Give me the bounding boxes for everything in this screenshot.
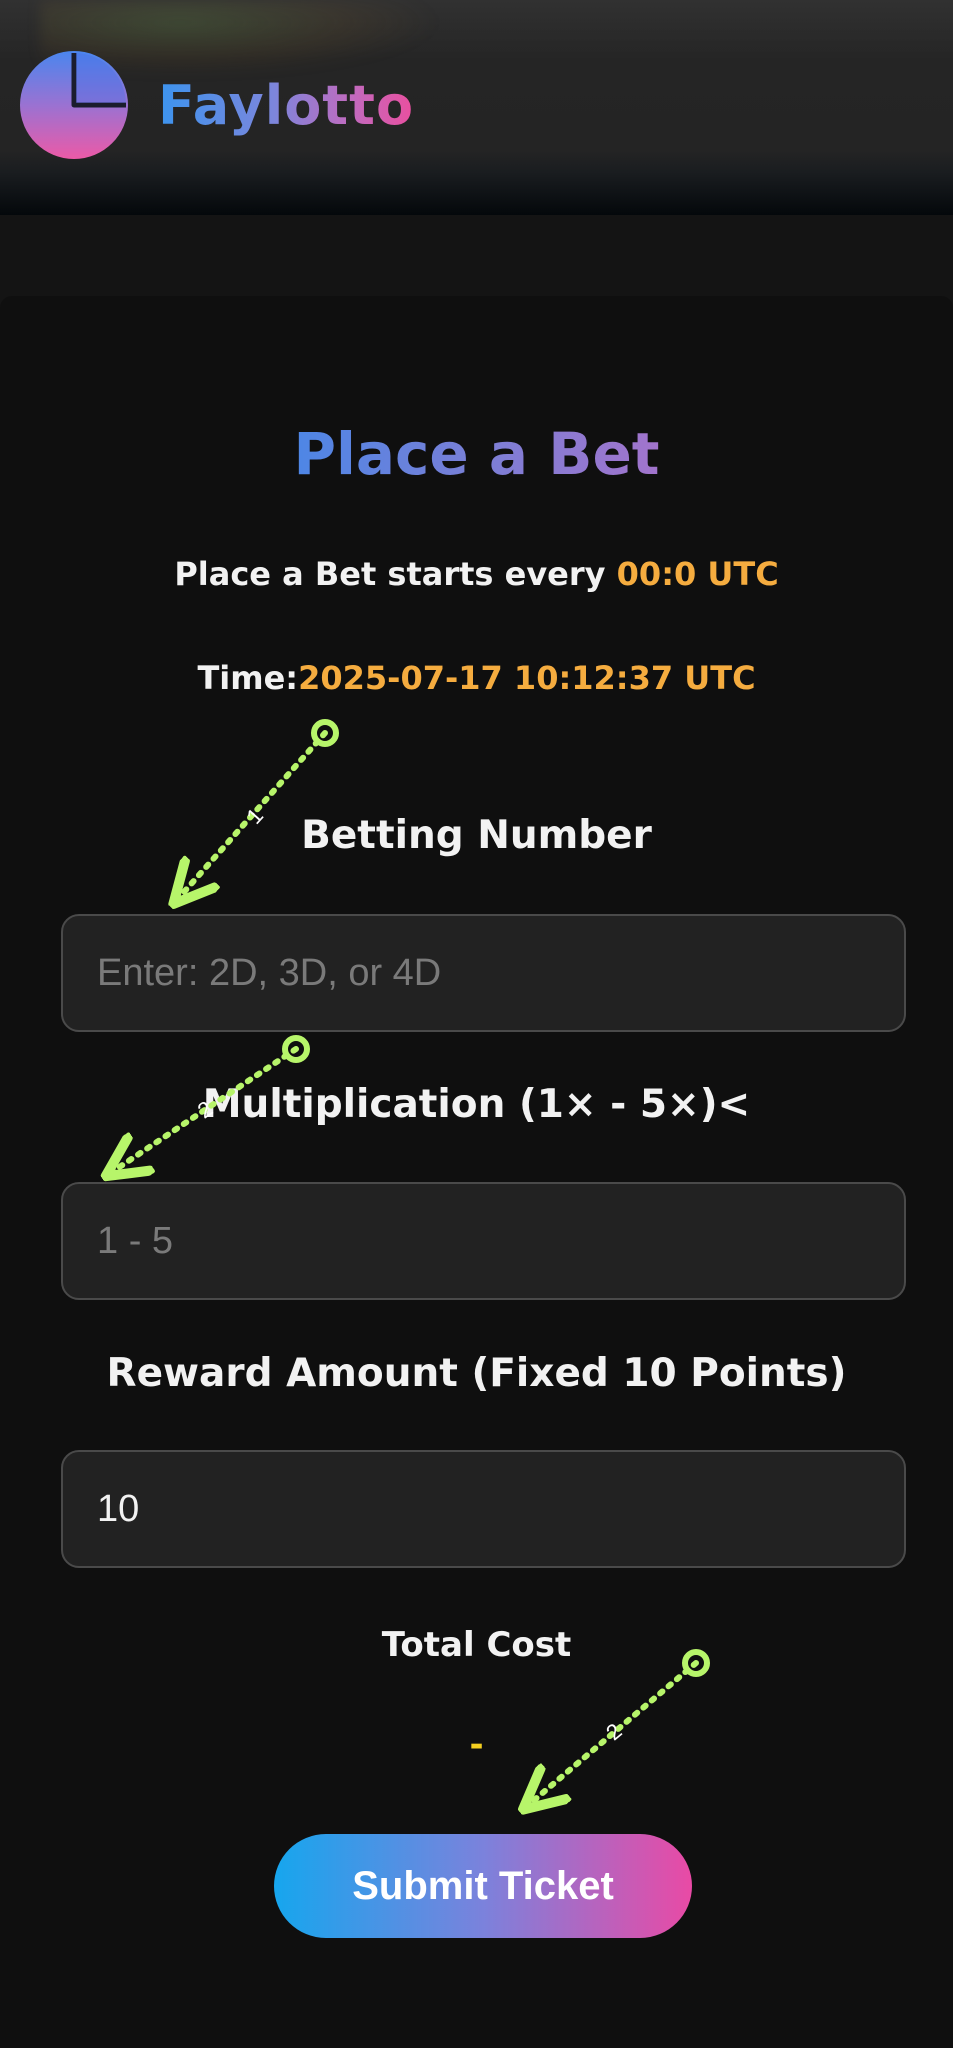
reward-amount-input[interactable] (61, 1450, 906, 1568)
time-value: 2025-07-17 10:12:37 UTC (298, 659, 756, 697)
page-title: Place a Bet (293, 420, 660, 488)
schedule-info: Place a Bet starts every 00:0 UTC (0, 551, 953, 597)
betting-number-label: Betting Number (301, 813, 652, 858)
brand-name[interactable]: Faylotto (158, 70, 414, 142)
multiplication-label: Multiplication (1× - 5×)< (202, 1082, 751, 1127)
pie-chart-logo-icon[interactable] (20, 51, 128, 159)
reward-amount-label: Reward Amount (Fixed 10 Points) (106, 1351, 847, 1396)
total-cost-label: Total Cost (381, 1625, 572, 1665)
time-label: Time: (197, 659, 299, 697)
current-time: Time:2025-07-17 10:12:37 UTC (0, 655, 953, 701)
betting-number-input[interactable] (61, 914, 906, 1032)
schedule-prefix: Place a Bet starts every (174, 555, 617, 593)
app-header (0, 0, 953, 215)
multiplication-input[interactable] (61, 1182, 906, 1300)
submit-ticket-button[interactable]: Submit Ticket (274, 1834, 692, 1938)
header-fade (0, 0, 953, 60)
total-cost-value: - (469, 1725, 484, 1765)
schedule-time: 00:0 UTC (616, 555, 779, 593)
